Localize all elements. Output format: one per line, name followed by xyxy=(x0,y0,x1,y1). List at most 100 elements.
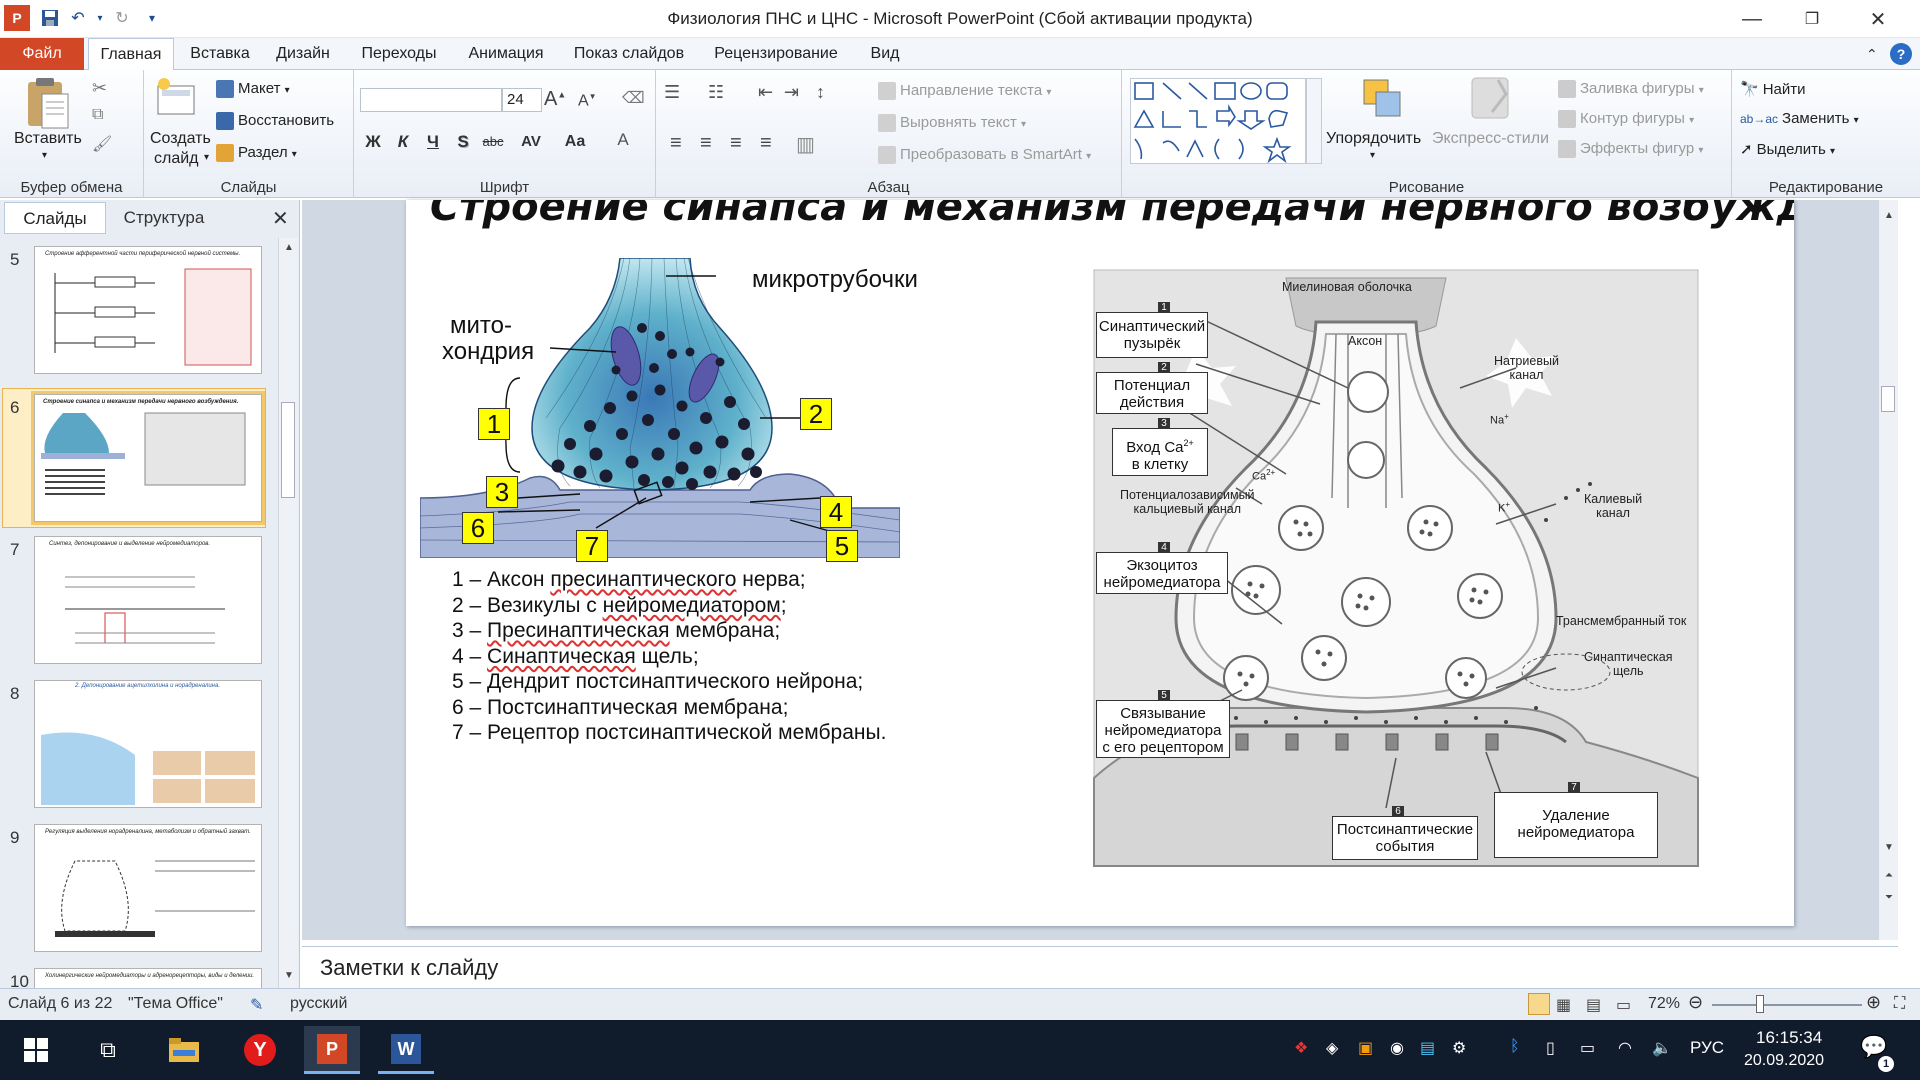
shape-outline-button[interactable]: Контур фигуры ▾ xyxy=(1558,110,1694,129)
paste-icon[interactable] xyxy=(20,76,76,136)
clock-time[interactable]: 16:15:34 xyxy=(1756,1028,1822,1048)
change-case-button[interactable]: Aa xyxy=(558,130,592,154)
reading-view-icon[interactable]: ▤ xyxy=(1586,995,1601,1015)
spellcheck-icon[interactable]: ✎ xyxy=(250,995,263,1015)
dropbox-tray-icon[interactable]: ◈ xyxy=(1326,1038,1338,1058)
tab-slideshow[interactable]: Показ слайдов xyxy=(566,38,692,70)
help-icon[interactable]: ? xyxy=(1890,43,1912,65)
slideshow-view-icon[interactable]: ▭ xyxy=(1616,995,1631,1015)
slide-thumbnail-9[interactable]: Регуляция выделения норадреналина, метаб… xyxy=(34,824,262,952)
fit-to-window-icon[interactable]: ⛶ xyxy=(1894,995,1905,1013)
slide-thumbnail-5[interactable]: Строение афферентной части периферическо… xyxy=(34,246,262,374)
grow-font-icon[interactable]: A▲ xyxy=(544,88,566,111)
slide-sorter-icon[interactable]: ▦ xyxy=(1556,995,1571,1015)
arrange-dropdown-icon[interactable]: ▾ xyxy=(1370,150,1375,161)
bold-button[interactable]: Ж xyxy=(360,130,386,154)
bluetooth-tray-icon[interactable]: ᛒ xyxy=(1510,1038,1520,1056)
tab-transitions[interactable]: Переходы xyxy=(350,38,448,70)
steam-tray-icon[interactable]: ⚙ xyxy=(1452,1038,1466,1058)
powerpoint-taskbar-icon[interactable]: P xyxy=(304,1026,360,1074)
tab-design[interactable]: Дизайн xyxy=(268,38,338,70)
clear-format-icon[interactable]: ⌫ xyxy=(622,88,645,108)
close-button[interactable]: ✕ xyxy=(1850,0,1906,38)
arrange-button[interactable]: Упорядочить xyxy=(1326,130,1421,148)
align-left-icon[interactable]: ≡ xyxy=(670,132,682,155)
new-slide-label-1[interactable]: Создать xyxy=(150,130,211,148)
volume-tray-icon[interactable]: 🔈 xyxy=(1652,1038,1672,1058)
section-button[interactable]: Раздел ▾ xyxy=(216,144,297,163)
new-slide-icon[interactable] xyxy=(154,76,198,120)
shape-fill-button[interactable]: Заливка фигуры ▾ xyxy=(1558,80,1704,99)
tab-file[interactable]: Файл xyxy=(0,38,84,70)
tab-home[interactable]: Главная xyxy=(88,38,174,71)
layout-button[interactable]: Макет ▾ xyxy=(216,80,290,99)
shape-effects-button[interactable]: Эффекты фигур ▾ xyxy=(1558,140,1703,159)
justify-icon[interactable]: ≡ xyxy=(760,132,772,155)
thumbnail-scrollbar[interactable]: ▲ ▼ xyxy=(278,238,298,988)
find-button[interactable]: 🔭 Найти xyxy=(1740,80,1806,98)
smartart-button[interactable]: Преобразовать в SmartArt ▾ xyxy=(878,146,1091,165)
zoom-out-icon[interactable]: ⊖ xyxy=(1688,992,1703,1013)
network-drive-tray-icon[interactable]: ▤ xyxy=(1420,1038,1435,1058)
scroll-up-icon[interactable]: ▲ xyxy=(281,240,297,256)
align-center-icon[interactable]: ≡ xyxy=(700,132,712,155)
tab-view[interactable]: Вид xyxy=(858,38,912,70)
slide-thumbnail-10[interactable]: Холинергические нейромедиаторы и адренор… xyxy=(34,968,262,988)
quick-styles-icon[interactable] xyxy=(1468,74,1514,124)
shadow-button[interactable]: S xyxy=(450,130,476,154)
copy-icon[interactable]: ⧉ xyxy=(92,106,103,124)
slide-scrollbar[interactable]: ▲ ▼ ⏶ ⏷ xyxy=(1878,200,1898,940)
tab-animation[interactable]: Анимация xyxy=(458,38,554,70)
select-button[interactable]: ➚ Выделить ▾ xyxy=(1740,140,1835,158)
theme-name[interactable]: "Тема Office" xyxy=(128,995,223,1013)
align-text-button[interactable]: Выровнять текст ▾ xyxy=(878,114,1026,133)
scroll-up-icon[interactable]: ▲ xyxy=(1881,208,1897,224)
tab-outline[interactable]: Структура xyxy=(110,202,218,234)
underline-button[interactable]: Ч xyxy=(420,130,446,154)
notes-pane[interactable]: Заметки к слайду xyxy=(302,946,1898,988)
slide-thumbnail-8[interactable]: 2. Депонирование ацетилхолина и норадрен… xyxy=(34,680,262,808)
close-panel-icon[interactable]: ✕ xyxy=(272,206,289,231)
text-direction-button[interactable]: Направление текста ▾ xyxy=(878,82,1051,101)
zoom-level[interactable]: 72% xyxy=(1648,995,1680,1013)
battery-tray-icon[interactable]: ▭ xyxy=(1580,1038,1595,1058)
arrange-icon[interactable] xyxy=(1358,74,1408,124)
app-tray-icon[interactable]: ▣ xyxy=(1358,1038,1373,1058)
strikethrough-button[interactable]: abc xyxy=(480,130,506,154)
clock-date[interactable]: 20.09.2020 xyxy=(1744,1052,1824,1070)
align-right-icon[interactable]: ≡ xyxy=(730,132,742,155)
file-explorer-icon[interactable] xyxy=(156,1026,212,1074)
replace-button[interactable]: ab→ac Заменить ▾ xyxy=(1740,110,1859,127)
font-family-combo[interactable] xyxy=(360,88,502,112)
format-painter-icon[interactable]: 🖌 xyxy=(92,134,112,154)
collapse-ribbon-icon[interactable]: ⌃ xyxy=(1866,46,1878,63)
tab-slides-thumbnails[interactable]: Слайды xyxy=(4,202,106,234)
word-taskbar-icon[interactable]: W xyxy=(378,1026,434,1074)
restore-button[interactable]: ❐ xyxy=(1784,0,1840,38)
scroll-down-icon[interactable]: ▼ xyxy=(281,968,297,984)
normal-view-icon[interactable] xyxy=(1528,993,1550,1015)
wifi-tray-icon[interactable]: ◠ xyxy=(1618,1038,1632,1058)
shapes-gallery-scroll[interactable] xyxy=(1306,78,1322,164)
scroll-down-icon[interactable]: ▼ xyxy=(1881,840,1897,856)
previous-slide-icon[interactable]: ⏶ xyxy=(1881,868,1897,884)
decrease-indent-icon[interactable]: ⇤ xyxy=(758,82,773,103)
reset-button[interactable]: Восстановить xyxy=(216,112,334,131)
input-language[interactable]: РУС xyxy=(1690,1038,1724,1058)
minimize-button[interactable]: — xyxy=(1724,0,1780,38)
scroll-thumb[interactable] xyxy=(281,402,295,498)
increase-indent-icon[interactable]: ⇥ xyxy=(784,82,799,103)
task-view-icon[interactable]: ⧉ xyxy=(80,1026,136,1074)
slide-title[interactable]: Строение синапса и механизм передачи нер… xyxy=(430,200,1794,230)
zoom-slider-track[interactable] xyxy=(1712,1004,1862,1006)
numbering-icon[interactable]: ☷ xyxy=(708,82,724,103)
cut-icon[interactable]: ✂ xyxy=(92,78,107,99)
bullets-icon[interactable]: ☰ xyxy=(664,82,680,103)
zoom-in-icon[interactable]: ⊕ xyxy=(1866,992,1881,1013)
slide-thumbnail-7[interactable]: Синтез, депонирование и выделение нейром… xyxy=(34,536,262,664)
zoom-slider-handle[interactable] xyxy=(1756,995,1764,1013)
phone-tray-icon[interactable]: ▯ xyxy=(1546,1038,1555,1058)
new-slide-label-2[interactable]: слайд xyxy=(154,150,199,168)
media-tray-icon[interactable]: ◉ xyxy=(1390,1038,1404,1058)
yandex-browser-icon[interactable]: Y xyxy=(232,1026,288,1074)
